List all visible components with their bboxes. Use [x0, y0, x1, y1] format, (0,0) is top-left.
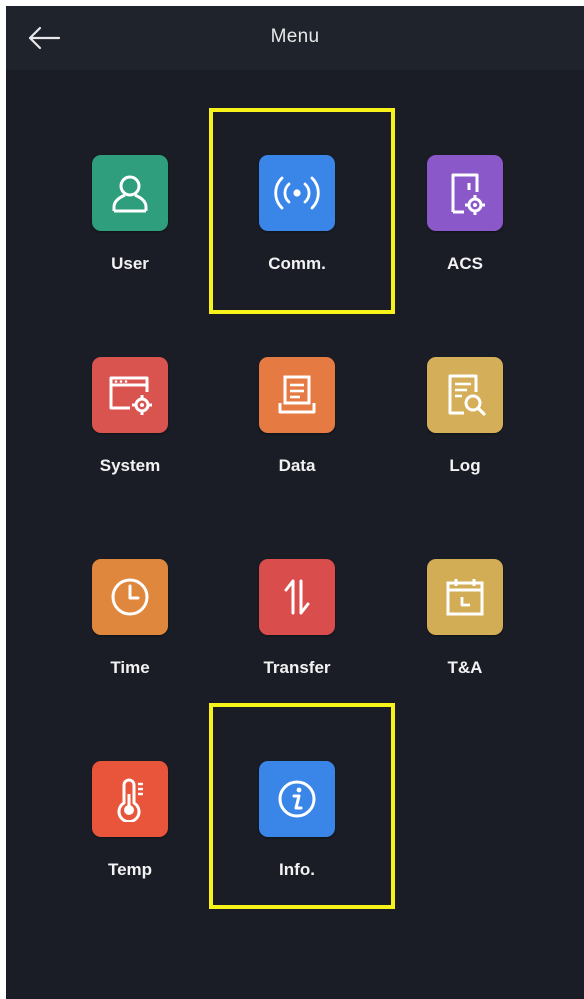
menu-item-acs[interactable]: ACS — [390, 112, 540, 273]
menu-item-label: ACS — [447, 254, 483, 273]
calendar-icon — [427, 559, 503, 635]
page-title: Menu — [270, 26, 320, 47]
info-icon — [259, 761, 335, 837]
user-icon — [92, 155, 168, 231]
menu-item-label: User — [111, 254, 149, 273]
menu-item-label: Data — [278, 456, 316, 475]
window-settings-icon — [92, 357, 168, 433]
menu-item-temp[interactable]: Temp — [55, 718, 205, 879]
menu-item-system[interactable]: System — [55, 314, 205, 475]
thermometer-icon — [92, 761, 168, 837]
menu-item-label: Temp — [107, 860, 153, 879]
menu-item-info[interactable]: Info. — [222, 718, 372, 879]
menu-item-data[interactable]: Data — [222, 314, 372, 475]
monitor-document-icon — [259, 357, 335, 433]
menu-item-user[interactable]: User — [55, 112, 205, 273]
menu-item-label: Info. — [279, 860, 315, 879]
menu-item-comm[interactable]: Comm. — [222, 112, 372, 273]
menu-item-label: Transfer — [263, 658, 331, 677]
menu-screen: Menu User Comm. ACS System Data Log Time… — [6, 6, 584, 999]
menu-item-label: Log — [449, 456, 481, 475]
menu-item-label: System — [99, 456, 161, 475]
menu-item-log[interactable]: Log — [390, 314, 540, 475]
menu-item-transfer[interactable]: Transfer — [222, 516, 372, 677]
menu-item-time[interactable]: Time — [55, 516, 205, 677]
menu-item-label: T&A — [447, 658, 483, 677]
menu-item-label: Comm. — [268, 254, 326, 273]
menu-item-label: Time — [110, 658, 150, 677]
door-settings-icon — [427, 155, 503, 231]
menu-item-ta[interactable]: T&A — [390, 516, 540, 677]
wireless-signal-icon — [259, 155, 335, 231]
document-search-icon — [427, 357, 503, 433]
clock-icon — [92, 559, 168, 635]
header-bar: Menu — [6, 6, 584, 70]
transfer-arrows-icon — [259, 559, 335, 635]
